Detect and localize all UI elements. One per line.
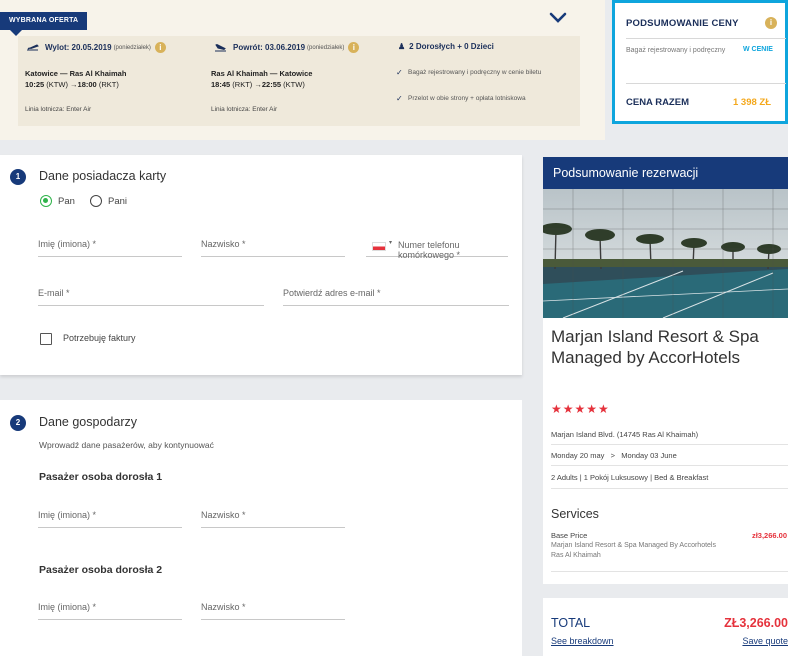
total-value: ZŁ3,266.00 <box>724 616 788 630</box>
base-price-label: Base Price <box>551 531 588 540</box>
total-price-label: CENA RAZEM <box>626 97 689 108</box>
adult-1-heading: Pasażer osoba dorosła 1 <box>39 471 163 483</box>
email-field[interactable]: E-mail * <box>38 286 264 306</box>
radio-pani-label: Pani <box>108 196 128 207</box>
booking-summary-panel: Podsumowanie rezerwacji Marjan Island Re… <box>543 157 788 584</box>
divider <box>626 83 786 84</box>
last-name-field[interactable]: Nazwisko * <box>201 237 345 257</box>
return-header: Powrót: 03.06.2019 (poniedziałek) i <box>214 42 360 53</box>
services-title: Services <box>551 507 599 521</box>
price-summary-title: PODSUMOWANIE CENY <box>626 18 739 29</box>
section-title: Dane gospodarzy <box>39 415 137 429</box>
invoice-label: Potrzebuję faktury <box>63 333 136 343</box>
offer-details: Wylot: 20.05.2019 (poniedziałek) i Katow… <box>18 36 580 126</box>
outbound-times: 10:25 (KTW) →18:00 (RKT) <box>25 80 119 89</box>
base-price-value: zł3,266.00 <box>751 531 787 540</box>
hosts-section: 2 Dane gospodarzy Wprowadź dane pasażeró… <box>0 400 522 656</box>
phone-field[interactable]: ▾ Numer telefonu komórkowego * <box>366 237 508 260</box>
card-holder-section: 1 Dane posiadacza karty Pan Pani Imię (i… <box>0 155 522 375</box>
divider <box>551 465 788 466</box>
hotel-name: Marjan Island Resort & Spa Managed by Ac… <box>551 327 759 367</box>
adult-2-first-name-field[interactable]: Imię (imiona) * <box>38 600 182 620</box>
outbound-day: (poniedziałek) <box>113 44 151 51</box>
divider <box>551 571 788 572</box>
outbound-airline: Linia lotnicza: Enter Air <box>25 106 92 113</box>
hotel-address: Marjan Island Blvd. (14745 Ras Al Khaima… <box>551 430 699 439</box>
hotel-photo <box>543 189 788 318</box>
return-date: Powrót: 03.06.2019 <box>233 43 306 52</box>
chevron-down-icon[interactable] <box>549 11 567 25</box>
room-details: 2 Adults | 1 Pokój Luksusowy | Bed & Bre… <box>551 473 709 482</box>
divider <box>626 38 786 39</box>
person-icon: ♟ <box>398 42 406 51</box>
info-icon[interactable]: i <box>348 42 360 53</box>
total-label: TOTAL <box>551 616 591 630</box>
adult-2-heading: Pasażer osoba dorosła 2 <box>39 564 163 576</box>
passengers-count: 2 Dorosłych + 0 Dzieci <box>409 42 494 51</box>
outbound-header: Wylot: 20.05.2019 (poniedziałek) i <box>26 42 166 53</box>
plane-takeoff-icon <box>27 44 39 51</box>
return-day: (poniedziałek) <box>307 44 345 51</box>
star-rating: ★★★★★ <box>551 402 610 416</box>
info-icon[interactable]: i <box>154 42 166 53</box>
included-item: ✓ Bagaż rejestrowany i podręczny w cenie … <box>396 68 542 77</box>
baggage-value: W CENIE <box>743 46 773 53</box>
return-route: Ras Al Khaimah — Katowice <box>211 69 313 78</box>
section-title: Dane posiadacza karty <box>39 169 167 183</box>
adult-1-last-name-field[interactable]: Nazwisko * <box>201 508 345 528</box>
included-item: ✓ Przelot w obie strony + opłata lotnisko… <box>396 94 526 103</box>
poland-flag-icon[interactable] <box>372 242 386 251</box>
radio-pan-label: Pan <box>58 196 75 207</box>
total-price-value: 1 398 ZŁ <box>733 97 772 108</box>
see-breakdown-link[interactable]: See breakdown <box>551 636 614 646</box>
plane-landing-icon <box>215 43 226 52</box>
section-hint: Wprowadź dane pasażerów, aby kontynuować <box>39 440 214 450</box>
return-airline: Linia lotnicza: Enter Air <box>211 106 278 113</box>
booking-total-box: TOTAL ZŁ3,266.00 See breakdown Save quot… <box>543 598 788 656</box>
booking-summary-title: Podsumowanie rezerwacji <box>543 157 788 189</box>
adult-1-first-name-field[interactable]: Imię (imiona) * <box>38 508 182 528</box>
return-times: 18:45 (RKT) →22:55 (KTW) <box>211 80 305 89</box>
selected-offer-panel: WYBRANA OFERTA Wylot: 20.05.2019 (ponied… <box>0 0 605 140</box>
invoice-checkbox[interactable] <box>40 333 52 345</box>
radio-pan[interactable] <box>40 195 52 207</box>
save-quote-link[interactable]: Save quote <box>723 636 788 646</box>
phone-placeholder: Numer telefonu komórkowego * <box>398 240 461 260</box>
radio-pani[interactable] <box>90 195 102 207</box>
base-price-description: Marjan Island Resort & Spa Managed By Ac… <box>551 542 716 559</box>
info-icon[interactable]: i <box>765 17 777 29</box>
first-name-field[interactable]: Imię (imiona) * <box>38 237 182 257</box>
dropdown-caret-icon[interactable]: ▾ <box>389 239 392 246</box>
check-icon: ✓ <box>396 68 403 77</box>
passengers-header: ♟ 2 Dorosłych + 0 Dzieci <box>398 42 494 51</box>
price-summary-box: PODSUMOWANIE CENY i Bagaż rejestrowany i… <box>612 0 788 124</box>
check-icon: ✓ <box>396 94 403 103</box>
email-confirm-field[interactable]: Potwierdź adres e-mail * <box>283 286 509 306</box>
outbound-route: Katowice — Ras Al Khaimah <box>25 69 127 78</box>
baggage-label: Bagaż rejestrowany i podręczny <box>626 47 726 54</box>
adult-2-last-name-field[interactable]: Nazwisko * <box>201 600 345 620</box>
step-badge: 2 <box>10 415 26 431</box>
outbound-date: Wylot: 20.05.2019 <box>45 43 112 52</box>
selected-offer-tag: WYBRANA OFERTA <box>0 12 88 36</box>
divider <box>551 444 788 445</box>
stay-dates: Monday 20 may > Monday 03 June <box>551 451 677 460</box>
step-badge: 1 <box>10 169 26 185</box>
divider <box>551 488 788 489</box>
